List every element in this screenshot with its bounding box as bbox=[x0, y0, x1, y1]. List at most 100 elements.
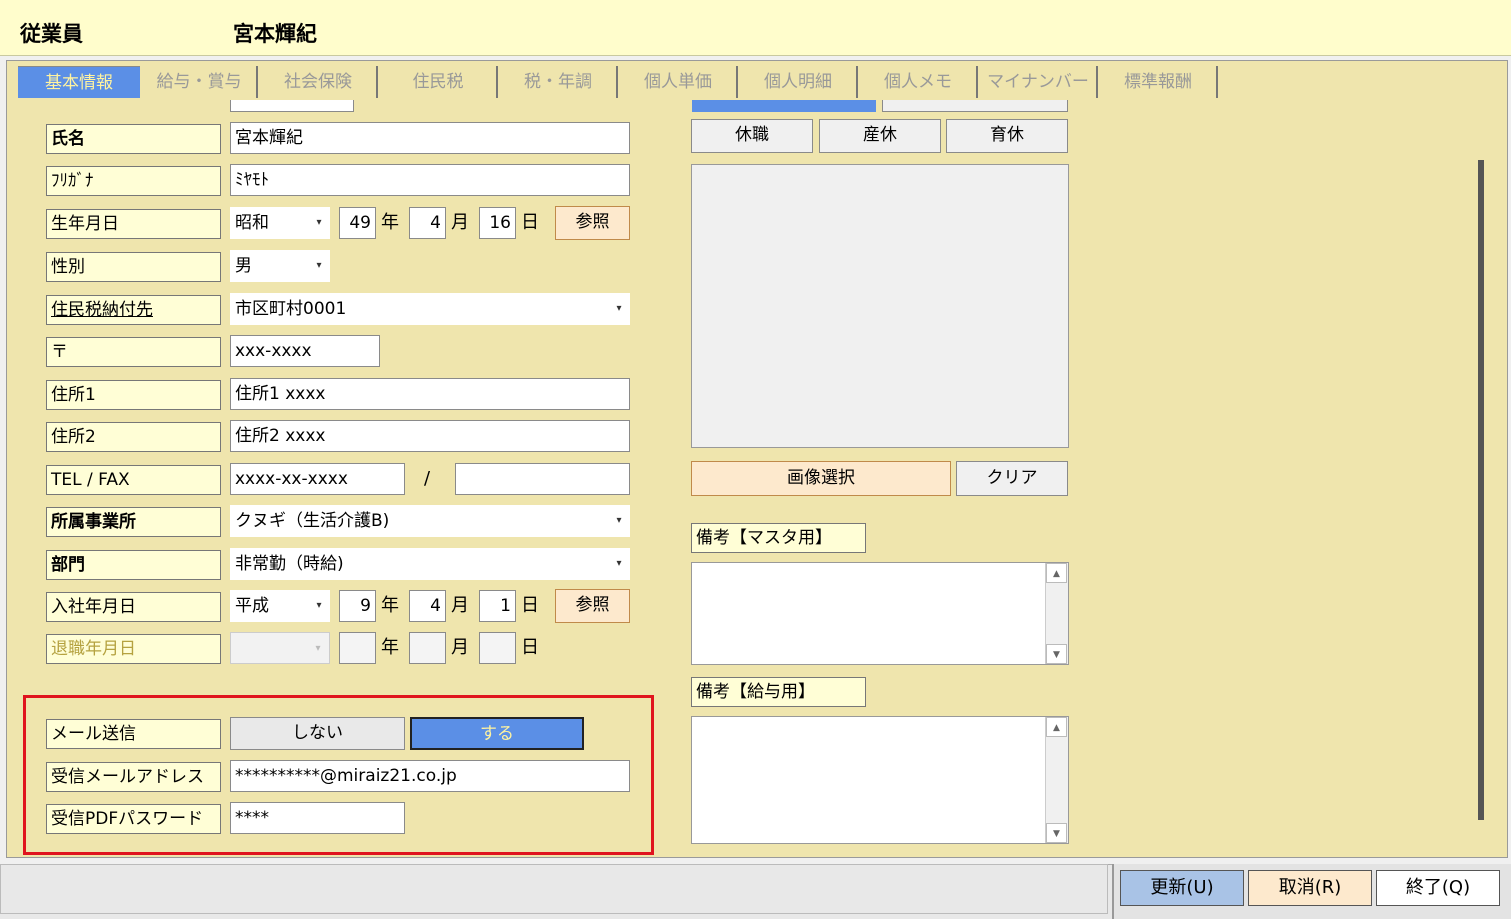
label-address1: 住所1 bbox=[46, 380, 221, 410]
memo-salary-scrollbar[interactable]: ▲ ▼ bbox=[1045, 717, 1068, 843]
scroll-down-icon[interactable]: ▼ bbox=[1046, 823, 1067, 843]
retire-era-select: ▾ bbox=[230, 632, 330, 664]
address1-input[interactable]: 住所1 xxxx bbox=[230, 378, 630, 410]
tab-resident-tax[interactable]: 住民税 bbox=[380, 66, 498, 98]
gender-select[interactable]: 男 ▾ bbox=[230, 250, 330, 282]
scroll-down-icon[interactable]: ▼ bbox=[1046, 644, 1067, 664]
scroll-up-icon[interactable]: ▲ bbox=[1046, 717, 1067, 737]
tab-standard-pay[interactable]: 標準報酬 bbox=[1100, 66, 1218, 98]
birth-era-value: 昭和 bbox=[235, 213, 269, 233]
gender-value: 男 bbox=[235, 256, 252, 276]
birth-month-input[interactable]: 4 bbox=[409, 207, 446, 239]
unit-year: 年 bbox=[381, 595, 399, 616]
scroll-up-icon[interactable]: ▲ bbox=[1046, 563, 1067, 583]
tel-fax-separator: / bbox=[424, 468, 431, 489]
maternity-leave-button[interactable]: 産休 bbox=[819, 119, 941, 153]
unit-month: 月 bbox=[451, 637, 469, 658]
label-birthdate: 生年月日 bbox=[46, 209, 221, 239]
memo-master-scrollbar[interactable]: ▲ ▼ bbox=[1045, 563, 1068, 664]
memo-master-textarea[interactable]: ▲ ▼ bbox=[691, 562, 1069, 665]
mail-address-input[interactable]: **********@miraiz21.co.jp bbox=[230, 760, 630, 792]
form-title: 従業員 bbox=[20, 22, 83, 46]
tab-social-insurance[interactable]: 社会保険 bbox=[260, 66, 378, 98]
tab-personal-memo[interactable]: 個人メモ bbox=[860, 66, 978, 98]
join-month-input[interactable]: 4 bbox=[409, 590, 446, 622]
image-select-button[interactable]: 画像選択 bbox=[691, 461, 951, 496]
tab-salary-bonus[interactable]: 給与・賞与 bbox=[142, 66, 258, 98]
kana-input[interactable]: ﾐﾔﾓﾄ bbox=[230, 164, 630, 196]
pdf-password-input[interactable]: **** bbox=[230, 802, 405, 834]
label-tel-fax: TEL / FAX bbox=[46, 465, 221, 495]
mail-send-no-button[interactable]: しない bbox=[230, 717, 405, 750]
leave-button[interactable]: 休職 bbox=[691, 119, 813, 153]
fax-input[interactable] bbox=[455, 463, 630, 495]
label-mail-send: メール送信 bbox=[46, 719, 221, 749]
label-zip: 〒 bbox=[46, 337, 221, 367]
unit-day: 日 bbox=[521, 212, 539, 233]
label-department: 部門 bbox=[46, 550, 221, 580]
department-value: 非常勤（時給) bbox=[235, 554, 344, 574]
label-pdf-password: 受信PDFパスワード bbox=[46, 804, 221, 834]
clipped-field bbox=[230, 100, 354, 112]
tab-unit-price[interactable]: 個人単価 bbox=[620, 66, 738, 98]
photo-area bbox=[691, 164, 1069, 448]
chevron-down-icon[interactable]: ▾ bbox=[608, 548, 630, 580]
birth-era-select[interactable]: 昭和 ▾ bbox=[230, 207, 330, 239]
label-kana: ﾌﾘｶﾞﾅ bbox=[46, 166, 221, 196]
unit-year: 年 bbox=[381, 637, 399, 658]
chevron-down-icon[interactable]: ▾ bbox=[608, 293, 630, 325]
retire-day-input bbox=[479, 632, 516, 664]
label-office: 所属事業所 bbox=[46, 507, 221, 537]
label-retire-date: 退職年月日 bbox=[46, 634, 221, 664]
unit-month: 月 bbox=[451, 595, 469, 616]
birth-day-input[interactable]: 16 bbox=[479, 207, 516, 239]
unit-month: 月 bbox=[451, 212, 469, 233]
tab-my-number[interactable]: マイナンバー bbox=[980, 66, 1098, 98]
label-address2: 住所2 bbox=[46, 422, 221, 452]
label-memo-master: 備考【マスタ用】 bbox=[691, 523, 866, 553]
tab-personal-detail[interactable]: 個人明細 bbox=[740, 66, 858, 98]
label-gender: 性別 bbox=[46, 252, 221, 282]
label-join-date: 入社年月日 bbox=[46, 592, 221, 622]
unit-year: 年 bbox=[381, 212, 399, 233]
tab-strip: 基本情報 給与・賞与 社会保険 住民税 税・年調 個人単価 個人明細 個人メモ … bbox=[18, 66, 1506, 100]
birth-year-input[interactable]: 49 bbox=[339, 207, 376, 239]
tab-basic-info[interactable]: 基本情報 bbox=[18, 66, 140, 98]
chevron-down-icon[interactable]: ▾ bbox=[608, 505, 630, 537]
tel-input[interactable]: xxxx-xx-xxxx bbox=[230, 463, 405, 495]
label-memo-salary: 備考【給与用】 bbox=[691, 677, 866, 707]
tax-destination-value: 市区町村0001 bbox=[235, 299, 347, 319]
join-year-input[interactable]: 9 bbox=[339, 590, 376, 622]
chevron-down-icon[interactable]: ▾ bbox=[308, 250, 330, 282]
cancel-button[interactable]: 取消(R) bbox=[1248, 870, 1372, 906]
zip-input[interactable]: xxx-xxxx bbox=[230, 335, 380, 367]
clear-button[interactable]: クリア bbox=[956, 461, 1068, 496]
join-day-input[interactable]: 1 bbox=[479, 590, 516, 622]
chevron-down-icon: ▾ bbox=[315, 643, 321, 654]
chevron-down-icon[interactable]: ▾ bbox=[308, 590, 330, 622]
birth-ref-button[interactable]: 参照 bbox=[555, 206, 630, 240]
join-era-select[interactable]: 平成 ▾ bbox=[230, 590, 330, 622]
name-input[interactable]: 宮本輝紀 bbox=[230, 122, 630, 154]
label-mail-address: 受信メールアドレス bbox=[46, 762, 221, 792]
unit-day: 日 bbox=[521, 595, 539, 616]
label-tax-destination[interactable]: 住民税納付先 bbox=[46, 295, 221, 325]
label-name: 氏名 bbox=[46, 124, 221, 154]
chevron-down-icon[interactable]: ▾ bbox=[308, 207, 330, 239]
department-select[interactable]: 非常勤（時給) ▾ bbox=[230, 548, 630, 580]
childcare-leave-button[interactable]: 育休 bbox=[946, 119, 1068, 153]
title-bar: 従業員 宮本輝紀 bbox=[0, 0, 1511, 56]
exit-button[interactable]: 終了(Q) bbox=[1376, 870, 1500, 906]
join-ref-button[interactable]: 参照 bbox=[555, 589, 630, 623]
office-select[interactable]: クヌギ（生活介護B) ▾ bbox=[230, 505, 630, 537]
tax-destination-select[interactable]: 市区町村0001 ▾ bbox=[230, 293, 630, 325]
update-button[interactable]: 更新(U) bbox=[1120, 870, 1244, 906]
clipped-status-button bbox=[692, 100, 876, 112]
address2-input[interactable]: 住所2 xxxx bbox=[230, 420, 630, 452]
tab-tax-year-end[interactable]: 税・年調 bbox=[500, 66, 618, 98]
retire-year-input bbox=[339, 632, 376, 664]
join-era-value: 平成 bbox=[235, 596, 269, 616]
page-scrollbar[interactable] bbox=[1478, 160, 1484, 820]
memo-salary-textarea[interactable]: ▲ ▼ bbox=[691, 716, 1069, 844]
mail-send-yes-button[interactable]: する bbox=[410, 717, 584, 750]
